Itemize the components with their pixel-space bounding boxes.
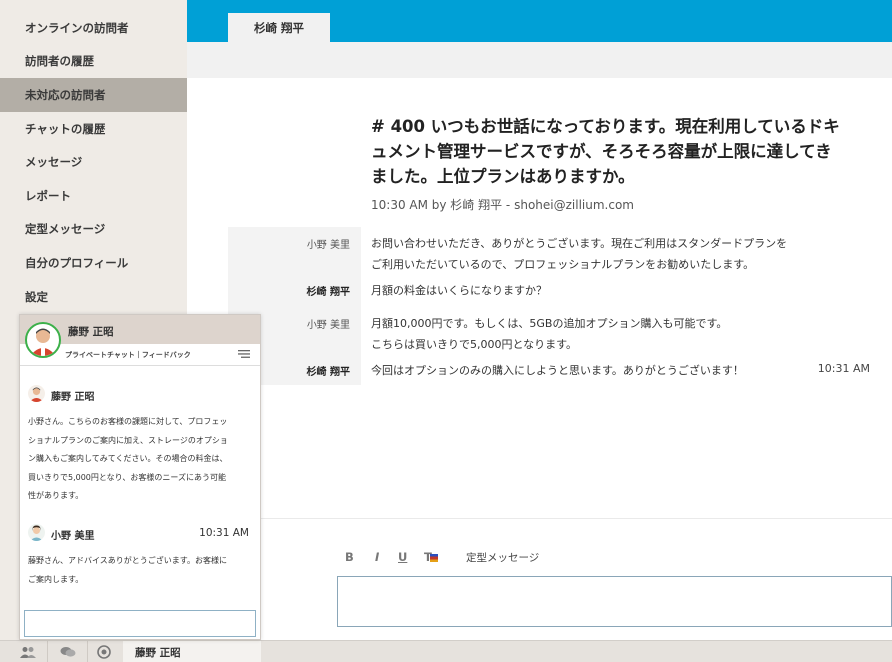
- chat-line: 藤野さん、アドバイスありがとうございます。お客様に: [28, 556, 227, 565]
- chat-message: 小野 美里 10:31 AM 藤野さん、アドバイスありがとうございます。お客様に…: [20, 524, 260, 594]
- chat-links[interactable]: プライベートチャット｜フィードバック: [65, 350, 191, 360]
- sidebar-item[interactable]: 定型メッセージ: [0, 213, 187, 247]
- sidebar-item[interactable]: メッセージ: [0, 145, 187, 179]
- sidebar-item[interactable]: オンラインの訪問者: [0, 11, 187, 45]
- reply-editor: B I U T 定型メッセージ: [187, 518, 892, 640]
- chat-message: 藤野 正昭 小野さん。こちらのお客様の課題に対して、プロフェッ ショナルプランの…: [20, 385, 260, 505]
- underline-button[interactable]: U: [398, 550, 407, 564]
- sidebar-item-label: 定型メッセージ: [25, 222, 106, 237]
- conversation-panel: # 400 いつもお世話になっております。現在利用しているドキュメント管理サービ…: [187, 78, 892, 518]
- message-line: 月額10,000円です。もしくは、5GBの追加オプション購入も可能です。: [371, 317, 728, 330]
- sidebar-item-label: チャットの履歴: [25, 121, 106, 136]
- sidebar-item[interactable]: 訪問者の履歴: [0, 45, 187, 79]
- chat-message-name: 藤野 正昭: [51, 392, 95, 403]
- sidebar-item-label: 自分のプロフィール: [25, 255, 129, 270]
- sidebar-item[interactable]: レポート: [0, 179, 187, 213]
- ticket-meta: 10:30 AM by 杉崎 翔平 - shohei@zillium.com: [371, 198, 634, 212]
- sidebar-item-label: メッセージ: [25, 155, 83, 170]
- message-body: 月額の料金はいくらになりますか？: [371, 280, 547, 301]
- chat-message-time: 10:31 AM: [199, 527, 249, 539]
- chat-line: 性があります。: [28, 491, 84, 500]
- chat-line: ン購入もご案内してみてください。その場合の料金は、: [28, 454, 228, 463]
- chat-message-name: 小野 美里: [51, 531, 95, 542]
- template-message-button[interactable]: 定型メッセージ: [466, 550, 539, 565]
- chat-line: ご案内します。: [28, 574, 84, 584]
- top-bar: 杉崎 翔平: [187, 0, 892, 42]
- sub-bar: [187, 42, 892, 78]
- chat-bubbles-icon: [60, 647, 75, 657]
- chat-line: 買いきりで5,000円となり、お客様のニーズにあう可能: [28, 472, 226, 482]
- chat-line: 小野さん。こちらのお客様の課題に対して、プロフェッ: [28, 417, 228, 426]
- reply-textarea[interactable]: [337, 576, 892, 627]
- bottom-bar: 藤野 正昭: [0, 640, 892, 662]
- message-body: 月額10,000円です。もしくは、5GBの追加オプション購入も可能です。 こちら…: [371, 313, 727, 355]
- message-row: 杉崎 翔平 今回はオプションのみの購入にしようと思います。ありがとうございます！…: [228, 354, 892, 385]
- chat-popup: 藤野 正昭 プライベートチャット｜フィードバック 藤野 正昭 小野さん。こちらの…: [19, 314, 261, 640]
- sidebar-item-label: 設定: [25, 289, 48, 304]
- message-row: 杉崎 翔平 月額の料金はいくらになりますか？: [228, 274, 892, 307]
- tab-visitor[interactable]: 杉崎 翔平: [228, 13, 330, 42]
- sidebar-item[interactable]: 未対応の訪問者: [0, 78, 187, 112]
- message-body: 今回はオプションのみの購入にしようと思います。ありがとうございます！: [371, 360, 744, 381]
- sidebar-item-label: オンラインの訪問者: [25, 20, 129, 35]
- chat-message-text: 藤野さん、アドバイスありがとうございます。お客様に ご案内します。: [28, 552, 256, 589]
- chat-line: ショナルプランのご案内に加え、ストレージのオプショ: [28, 435, 228, 445]
- message-line: お問い合わせいただき、ありがとうございます。現在ご利用はスタンダードプランを: [371, 237, 788, 250]
- sidebar-item[interactable]: 自分のプロフィール: [0, 246, 187, 280]
- color-swatch-icon: [429, 554, 438, 562]
- message-line: ご利用いただいているので、プロフェッショナルプランをお勧めいたします。: [371, 258, 755, 271]
- text-color-button[interactable]: T: [424, 550, 438, 564]
- message-time: 10:31 AM: [817, 362, 870, 375]
- message-sender: 杉崎 翔平: [228, 274, 361, 307]
- sidebar-item-label: 未対応の訪問者: [25, 87, 106, 102]
- avatar: [28, 524, 45, 541]
- message-sender: 小野 美里: [228, 227, 361, 274]
- chat-header-name: 藤野 正昭: [68, 326, 114, 338]
- active-chat-tab[interactable]: 藤野 正昭: [123, 641, 261, 662]
- users-button[interactable]: [8, 641, 48, 662]
- sidebar-nav: オンラインの訪問者 訪問者の履歴 未対応の訪問者 チャットの履歴 メッセージレポート定型…: [0, 0, 187, 313]
- chat-input[interactable]: [24, 610, 256, 637]
- message-line: こちらは買いきりで5,000円となります。: [371, 338, 578, 351]
- users-icon: [19, 647, 36, 658]
- avatar: [25, 322, 61, 358]
- message-row: 小野 美里 お問い合わせいただき、ありがとうございます。現在ご利用はスタンダード…: [228, 227, 892, 274]
- settings-button[interactable]: [84, 641, 124, 662]
- message-line: 今回はオプションのみの購入にしようと思います。ありがとうございます！: [371, 364, 744, 377]
- active-chat-name: 藤野 正昭: [135, 646, 181, 659]
- chat-message-text: 小野さん。こちらのお客様の課題に対して、プロフェッ ショナルプランのご案内に加え…: [28, 413, 256, 506]
- message-line: 月額の料金はいくらになりますか？: [371, 284, 547, 297]
- sidebar-item[interactable]: チャットの履歴: [0, 112, 187, 146]
- sidebar-item-label: レポート: [25, 188, 71, 203]
- message-row: 小野 美里 月額10,000円です。もしくは、5GBの追加オプション購入も可能で…: [228, 307, 892, 354]
- tab-label: 杉崎 翔平: [253, 20, 304, 35]
- avatar: [28, 385, 45, 402]
- chats-button[interactable]: [48, 641, 88, 662]
- menu-icon[interactable]: [238, 349, 250, 359]
- ticket-title: # 400 いつもお世話になっております。現在利用しているドキュメント管理サービ…: [371, 117, 840, 186]
- settings-icon: [96, 645, 111, 659]
- sidebar-item-label: 訪問者の履歴: [25, 54, 94, 69]
- bold-button[interactable]: B: [345, 550, 354, 564]
- italic-button[interactable]: I: [375, 550, 379, 564]
- message-body: お問い合わせいただき、ありがとうございます。現在ご利用はスタンダードプランを ご…: [371, 233, 787, 275]
- sidebar-item[interactable]: 設定: [0, 280, 187, 314]
